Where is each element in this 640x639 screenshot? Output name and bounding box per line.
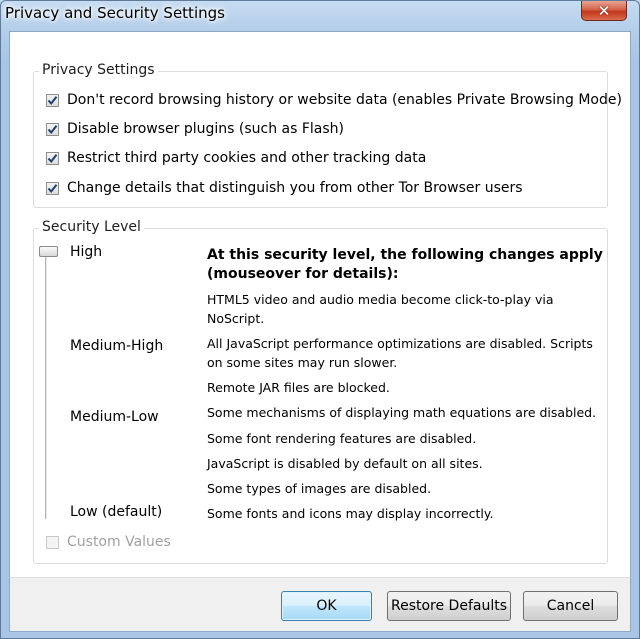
- cancel-button[interactable]: Cancel: [523, 591, 618, 621]
- level-medium-low[interactable]: Medium-Low: [70, 409, 159, 425]
- checkbox-restrict-cookies[interactable]: Restrict third party cookies and other t…: [46, 148, 426, 168]
- description-item[interactable]: All JavaScript performance optimizations…: [207, 334, 605, 372]
- restore-defaults-button[interactable]: Restore Defaults: [387, 591, 511, 621]
- privacy-settings-label: Privacy Settings: [39, 62, 158, 78]
- description-item[interactable]: Remote JAR files are blocked.: [207, 378, 605, 397]
- checkbox-checked-icon[interactable]: [46, 122, 59, 136]
- checkbox-checked-icon[interactable]: [46, 93, 59, 107]
- checkbox-private-browsing[interactable]: Don't record browsing history or website…: [46, 90, 622, 110]
- checkbox-checked-icon[interactable]: [46, 151, 59, 165]
- description-item[interactable]: HTML5 video and audio media become click…: [207, 290, 605, 328]
- description-item[interactable]: JavaScript is disabled by default on all…: [207, 454, 605, 473]
- checkbox-custom-values: Custom Values: [46, 532, 171, 552]
- checkbox-label: Don't record browsing history or website…: [67, 92, 622, 108]
- description-item[interactable]: Some fonts and icons may display incorre…: [207, 504, 605, 523]
- close-icon: ✕: [597, 1, 611, 20]
- window-title: Privacy and Security Settings: [5, 4, 225, 22]
- level-high[interactable]: High: [70, 244, 102, 260]
- dialog-window: Privacy and Security Settings ✕ Privacy …: [0, 0, 640, 639]
- checkbox-disable-plugins[interactable]: Disable browser plugins (such as Flash): [46, 119, 344, 139]
- security-slider-thumb[interactable]: [39, 246, 58, 257]
- checkbox-change-details[interactable]: Change details that distinguish you from…: [46, 178, 523, 198]
- description-item[interactable]: Some mechanisms of displaying math equat…: [207, 403, 605, 422]
- security-level-label: Security Level: [39, 219, 144, 235]
- level-low-default[interactable]: Low (default): [70, 504, 162, 520]
- close-button[interactable]: ✕: [581, 1, 627, 21]
- checkbox-label: Custom Values: [67, 534, 171, 550]
- description-item[interactable]: Some font rendering features are disable…: [207, 429, 605, 448]
- checkbox-label: Restrict third party cookies and other t…: [67, 150, 427, 166]
- checkbox-unchecked-icon: [46, 535, 59, 549]
- level-medium-high[interactable]: Medium-High: [70, 338, 163, 354]
- security-description-heading: At this security level, the following ch…: [207, 247, 603, 282]
- checkbox-label: Change details that distinguish you from…: [67, 180, 523, 196]
- title-bar[interactable]: Privacy and Security Settings ✕: [1, 1, 639, 31]
- description-item[interactable]: Some types of images are disabled.: [207, 479, 605, 498]
- security-slider-track[interactable]: [45, 255, 48, 519]
- ok-button[interactable]: OK: [281, 591, 372, 621]
- checkbox-checked-icon[interactable]: [46, 181, 59, 195]
- checkbox-label: Disable browser plugins (such as Flash): [67, 121, 345, 137]
